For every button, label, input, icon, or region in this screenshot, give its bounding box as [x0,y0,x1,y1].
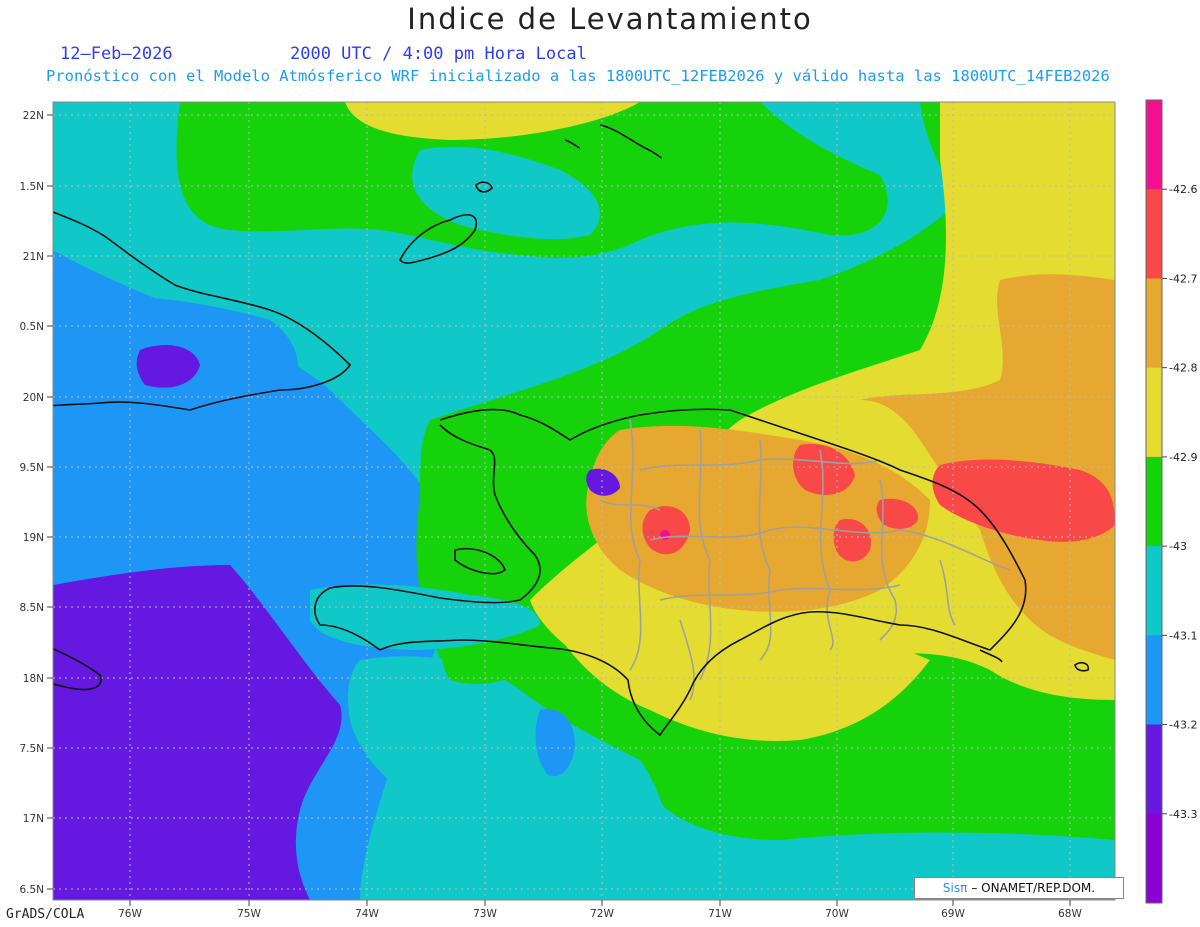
lat-label: 20N [23,392,44,404]
colorbar-segment [1146,635,1162,726]
colorbar-label: -43.1 [1169,629,1197,642]
lon-label: 71W [708,908,732,920]
longitude-labels: 76W 75W 74W 73W 72W 71W 70W 69W 68W [118,908,1082,920]
lat-label: 0.5N [19,321,44,333]
lon-label: 76W [118,908,142,920]
lon-label: 75W [237,908,261,920]
colorbar-segment [1146,456,1162,547]
colorbar-label: -42.7 [1169,272,1197,285]
credit-box: Sisπ – ONAMET/REP.DOM. [914,877,1124,899]
colorbar-label: -43.3 [1169,808,1197,821]
software-credit: GrADS/COLA [6,907,85,922]
colorbar-label: -43 [1169,540,1187,553]
colorbar-segment [1146,367,1162,458]
colorbar-segment [1146,813,1162,904]
lifted-index-map: 22N 1.5N 21N 0.5N 20N 9.5N 19N 8.5N 18N … [19,99,1197,920]
credit-text: – ONAMET/REP.DOM. [971,881,1096,895]
lat-label: 8.5N [19,602,44,614]
map-field [53,102,1115,900]
lon-label: 72W [590,908,614,920]
colorbar-segment [1146,189,1162,279]
lat-label: 1.5N [19,181,44,193]
lat-label: 21N [23,251,44,263]
credit-brand: Sisπ [942,881,968,895]
lat-label: 17N [23,813,44,825]
lon-label: 69W [941,908,965,920]
lat-label: 7.5N [19,743,44,755]
lon-label: 73W [473,908,497,920]
lat-label: 19N [23,532,44,544]
lat-label: 18N [23,673,44,685]
lon-label: 68W [1058,908,1082,920]
colorbar: -42.6 -42.7 -42.8 -42.9 -43 -43.1 -43.2 -43.3 [1145,99,1197,904]
colorbar-label: -43.2 [1169,719,1197,732]
lat-label: 22N [23,110,44,122]
lat-label: 9.5N [19,462,44,474]
lon-label: 74W [355,908,379,920]
colorbar-segment [1146,724,1162,815]
colorbar-segment [1146,100,1162,190]
latitude-labels: 22N 1.5N 21N 0.5N 20N 9.5N 19N 8.5N 18N … [19,110,44,896]
colorbar-segment [1146,278,1162,369]
colorbar-label: -42.6 [1169,183,1197,196]
lon-label: 70W [825,908,849,920]
colorbar-segment [1146,546,1162,636]
lat-label: 6.5N [19,884,44,896]
colorbar-label: -42.9 [1169,451,1197,464]
colorbar-label: -42.8 [1169,362,1197,375]
